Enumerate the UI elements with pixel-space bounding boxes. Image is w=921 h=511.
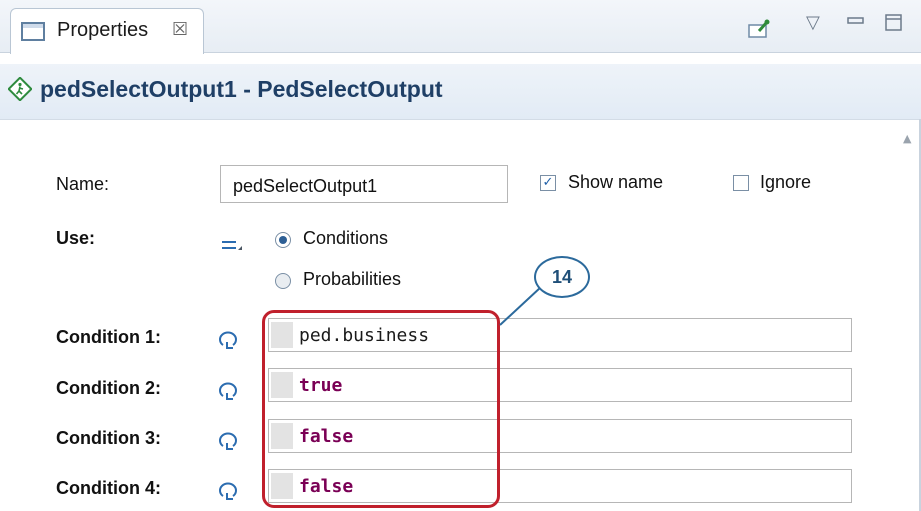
scroll-up-icon[interactable]: ▲ — [903, 132, 911, 145]
radio-probabilities-label: Probabilities — [303, 269, 402, 289]
name-input[interactable]: pedSelectOutput1 — [220, 165, 508, 203]
ignore-checkbox[interactable] — [733, 175, 749, 191]
radio-conditions-label: Conditions — [303, 228, 389, 248]
page-title: pedSelectOutput1 - PedSelectOutput — [40, 76, 443, 102]
show-name-checkbox[interactable]: ✓ — [540, 175, 556, 191]
ignore-label: Ignore — [760, 172, 812, 192]
tab-properties-label: Properties — [57, 19, 149, 41]
use-label: Use: — [56, 228, 96, 248]
show-name-label: Show name — [568, 172, 664, 192]
view-menu-icon[interactable]: ▽ — [806, 14, 820, 32]
properties-header: pedSelectOutput1 - PedSelectOutput — [0, 64, 921, 120]
view-tab-bar: Properties ☒ ▽ — [0, 0, 921, 54]
pin-icon[interactable] — [747, 19, 771, 43]
condition-2-label: Condition 2: — [56, 378, 161, 398]
ped-select-output-icon — [7, 76, 33, 102]
close-tab-icon[interactable]: ☒ — [172, 19, 188, 40]
properties-view-icon — [21, 22, 45, 41]
minimize-icon[interactable] — [847, 12, 865, 30]
name-label: Name: — [56, 174, 110, 194]
condition-4-label: Condition 4: — [56, 478, 161, 498]
callout-badge: 14 — [534, 256, 590, 298]
radio-probabilities[interactable] — [275, 273, 291, 289]
dynamic-value-icon[interactable] — [218, 480, 242, 502]
radio-conditions[interactable] — [275, 232, 291, 248]
dynamic-value-icon[interactable] — [218, 430, 242, 452]
static-value-icon[interactable] — [220, 234, 244, 259]
dynamic-value-icon[interactable] — [218, 380, 242, 402]
highlight-box — [262, 310, 500, 508]
condition-3-label: Condition 3: — [56, 428, 161, 448]
maximize-icon[interactable] — [885, 14, 903, 36]
tab-properties[interactable]: Properties ☒ — [10, 8, 204, 54]
condition-1-label: Condition 1: — [56, 327, 161, 347]
dynamic-value-icon[interactable] — [218, 329, 242, 351]
